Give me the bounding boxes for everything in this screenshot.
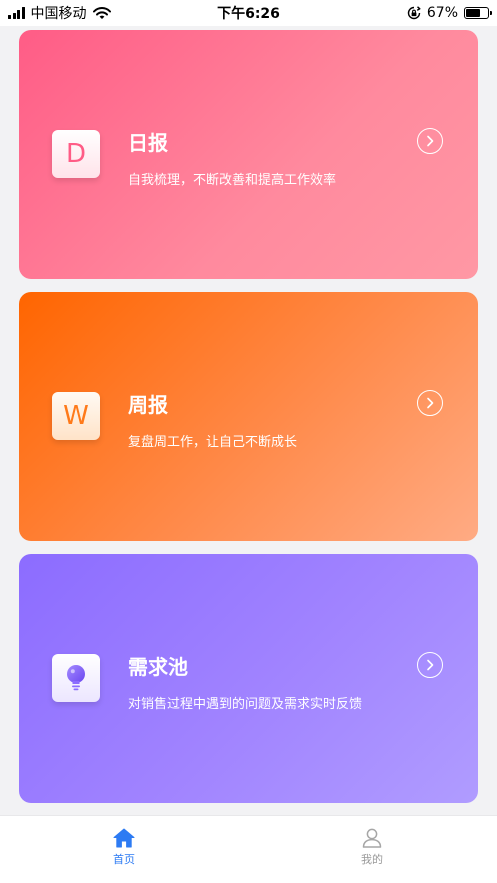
- app-screen: 中国移动 下午6:26 67% D 日报 自我梳理，不断改善和提高工作效率 W …: [0, 0, 497, 883]
- tab-label: 我的: [361, 853, 383, 866]
- status-bar: 中国移动 下午6:26 67%: [0, 0, 497, 26]
- daily-report-card[interactable]: D 日报 自我梳理，不断改善和提高工作效率: [19, 30, 478, 279]
- chevron-right-icon[interactable]: [417, 652, 443, 678]
- tab-bar: 首页 我的: [0, 815, 497, 883]
- carrier-label: 中国移动: [30, 6, 87, 22]
- lightbulb-icon: [52, 654, 100, 702]
- chevron-right-icon[interactable]: [417, 390, 443, 416]
- status-right: 67%: [407, 5, 492, 21]
- daily-report-icon: D: [52, 130, 100, 178]
- card-subtitle: 对销售过程中遇到的问题及需求实时反馈: [128, 697, 363, 712]
- tab-mine[interactable]: 我的: [332, 828, 412, 867]
- rotation-lock-icon: [407, 6, 421, 20]
- battery-level: [466, 9, 481, 17]
- tab-home[interactable]: 首页: [84, 828, 164, 867]
- tab-label: 首页: [113, 853, 135, 866]
- card-subtitle: 复盘周工作，让自己不断成长: [128, 435, 298, 450]
- wifi-icon: [92, 6, 111, 19]
- requirements-pool-card[interactable]: 需求池 对销售过程中遇到的问题及需求实时反馈: [19, 554, 478, 803]
- card-title: 需求池: [128, 655, 188, 679]
- battery-icon: [464, 7, 492, 19]
- chevron-right-icon[interactable]: [417, 128, 443, 154]
- card-title: 日报: [128, 131, 168, 155]
- home-icon: [113, 828, 135, 848]
- card-subtitle: 自我梳理，不断改善和提高工作效率: [128, 173, 337, 188]
- weekly-report-icon: W: [52, 392, 100, 440]
- signal-icon: [8, 7, 25, 19]
- weekly-report-card[interactable]: W 周报 复盘周工作，让自己不断成长: [19, 292, 478, 541]
- card-title: 周报: [128, 393, 168, 417]
- status-left: 中国移动: [8, 3, 111, 23]
- user-icon: [362, 828, 382, 848]
- battery-percent: 67%: [426, 5, 458, 21]
